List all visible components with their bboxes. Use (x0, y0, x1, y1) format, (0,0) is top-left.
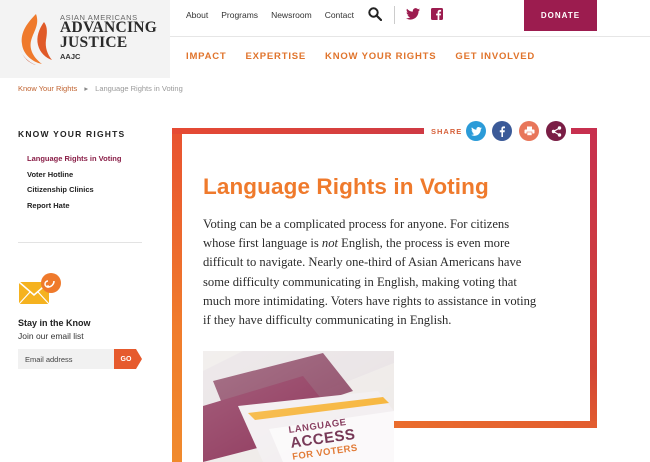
sidebar-nav: Language Rights in Voting Voter Hotline … (27, 154, 121, 216)
header-divider (170, 36, 650, 37)
flame-logo-icon (20, 14, 52, 65)
sidebar-item-citizenship-clinics[interactable]: Citizenship Clinics (27, 185, 121, 201)
content-frame-right (590, 128, 597, 428)
newsletter-subtitle: Join our email list (18, 331, 84, 341)
utility-nav: About Programs Newsroom Contact (186, 10, 354, 20)
share-print-icon[interactable] (519, 121, 539, 141)
twitter-icon[interactable] (406, 8, 420, 20)
donate-button[interactable]: DONATE (524, 0, 597, 31)
breadcrumb-parent-link[interactable]: Know Your Rights (18, 84, 77, 93)
main-nav: IMPACT EXPERTISE KNOW YOUR RIGHTS GET IN… (186, 51, 535, 62)
nav-impact[interactable]: IMPACT (186, 51, 227, 62)
facebook-icon[interactable] (431, 8, 443, 20)
go-button-label: GO (120, 355, 132, 363)
share-label: SHARE (431, 127, 463, 136)
logo-name: ADVANCING JUSTICE (60, 20, 157, 51)
lede-emphasis: not (321, 236, 339, 251)
nav-divider (394, 6, 395, 24)
share-print-glyph (524, 126, 534, 136)
article-photo: LANGUAGE ACCESS FOR VOTERS (203, 351, 394, 462)
content-frame-left (172, 128, 182, 462)
newsletter-title: Stay in the Know (18, 318, 91, 328)
sidebar-item-voter-hotline[interactable]: Voter Hotline (27, 170, 121, 186)
share-facebook-icon[interactable] (492, 121, 512, 141)
logo-area[interactable]: ASIAN AMERICANS ADVANCING JUSTICE AAJC (0, 0, 170, 78)
share-share-icon[interactable] (546, 121, 566, 141)
nav-contact[interactable]: Contact (325, 10, 354, 20)
content-frame-top (172, 128, 424, 134)
newsletter-mail-icon (18, 273, 61, 305)
content-frame-bottom (394, 421, 597, 428)
logo-sub: AAJC (60, 52, 81, 61)
email-field[interactable] (18, 349, 114, 369)
page-title: Language Rights in Voting (203, 174, 489, 199)
share-twitter-glyph (470, 126, 482, 136)
sidebar-item-language-rights[interactable]: Language Rights in Voting (27, 154, 121, 170)
search-icon[interactable] (368, 7, 382, 21)
sidebar-item-report-hate[interactable]: Report Hate (27, 201, 121, 217)
logo-name-line2: JUSTICE (60, 33, 128, 51)
nav-about[interactable]: About (186, 10, 208, 20)
breadcrumb: Know Your Rights ▸ Language Rights in Vo… (18, 84, 183, 93)
sidebar-divider (18, 242, 142, 243)
site-header: ASIAN AMERICANS ADVANCING JUSTICE AAJC A… (0, 0, 650, 82)
breadcrumb-separator: ▸ (84, 84, 89, 93)
nav-expertise[interactable]: EXPERTISE (246, 51, 307, 62)
sidebar-title: KNOW YOUR RIGHTS (18, 129, 126, 139)
language-access-cards-image: LANGUAGE ACCESS FOR VOTERS (203, 351, 394, 462)
nav-get-involved[interactable]: GET INVOLVED (455, 51, 535, 62)
nav-know-your-rights[interactable]: KNOW YOUR RIGHTS (325, 51, 436, 62)
breadcrumb-current: Language Rights in Voting (95, 84, 183, 93)
nav-programs[interactable]: Programs (221, 10, 258, 20)
share-network-glyph (551, 125, 561, 137)
newsletter-go-button[interactable]: GO (114, 349, 142, 369)
share-twitter-icon[interactable] (466, 121, 486, 141)
share-facebook-glyph (499, 125, 505, 137)
article-lede: Voting can be a complicated process for … (203, 215, 543, 330)
nav-newsroom[interactable]: Newsroom (271, 10, 312, 20)
